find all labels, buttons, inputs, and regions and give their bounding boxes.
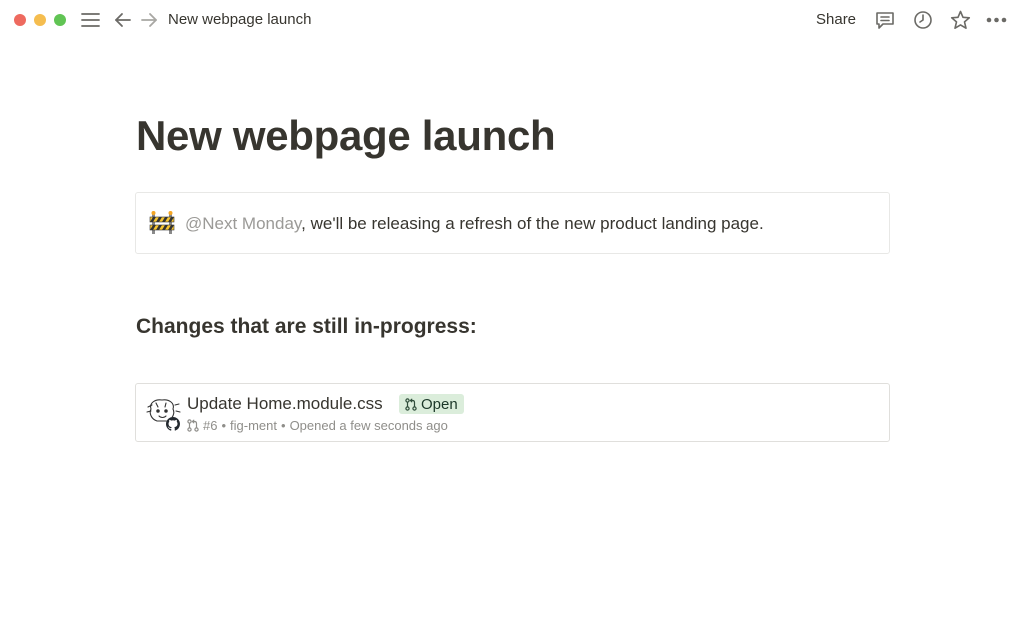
callout-block[interactable]: @Next Monday, we'll be releasing a refre… [135, 192, 890, 254]
pr-repo: fig-ment [230, 418, 277, 433]
zoom-window-button[interactable] [54, 14, 66, 26]
pr-title[interactable]: Update Home.module.css [187, 394, 383, 414]
pr-opened-time: Opened a few seconds ago [289, 418, 448, 433]
share-button[interactable]: Share [816, 11, 856, 28]
arrow-left-icon[interactable] [113, 10, 133, 30]
separator: • [221, 418, 227, 433]
breadcrumb-page-title[interactable]: New webpage launch [168, 11, 311, 28]
clock-icon[interactable] [912, 9, 934, 31]
github-pr-link-preview[interactable]: Update Home.module.css Open #6 • fig-men… [135, 383, 890, 442]
traffic-lights [14, 14, 66, 26]
close-window-button[interactable] [14, 14, 26, 26]
top-bar: New webpage launch Share [0, 0, 1024, 40]
callout-body: , we'll be releasing a refresh of the ne… [301, 214, 764, 233]
separator: • [281, 418, 286, 433]
construction-sign-icon[interactable] [149, 211, 175, 235]
minimize-window-button[interactable] [34, 14, 46, 26]
more-horizontal-icon[interactable] [985, 9, 1007, 31]
pr-meta: #6 • fig-ment • Opened a few seconds ago [187, 418, 448, 433]
callout-text[interactable]: @Next Monday, we'll be releasing a refre… [185, 214, 764, 234]
status-badge: Open [399, 394, 464, 414]
status-label: Open [421, 395, 458, 413]
date-mention[interactable]: @Next Monday [185, 214, 301, 233]
arrow-right-icon[interactable] [139, 10, 159, 30]
git-pull-request-icon [405, 397, 417, 411]
hamburger-icon[interactable] [80, 10, 100, 30]
github-icon [166, 417, 180, 431]
git-pull-request-icon [187, 419, 199, 432]
comment-icon[interactable] [874, 9, 896, 31]
section-heading[interactable]: Changes that are still in-progress: [136, 315, 477, 339]
avatar [145, 395, 181, 431]
star-icon[interactable] [949, 9, 971, 31]
app-window: New webpage launch Share New webpage lau… [0, 0, 1024, 640]
pr-number: #6 [203, 418, 218, 433]
page-title[interactable]: New webpage launch [136, 112, 556, 160]
